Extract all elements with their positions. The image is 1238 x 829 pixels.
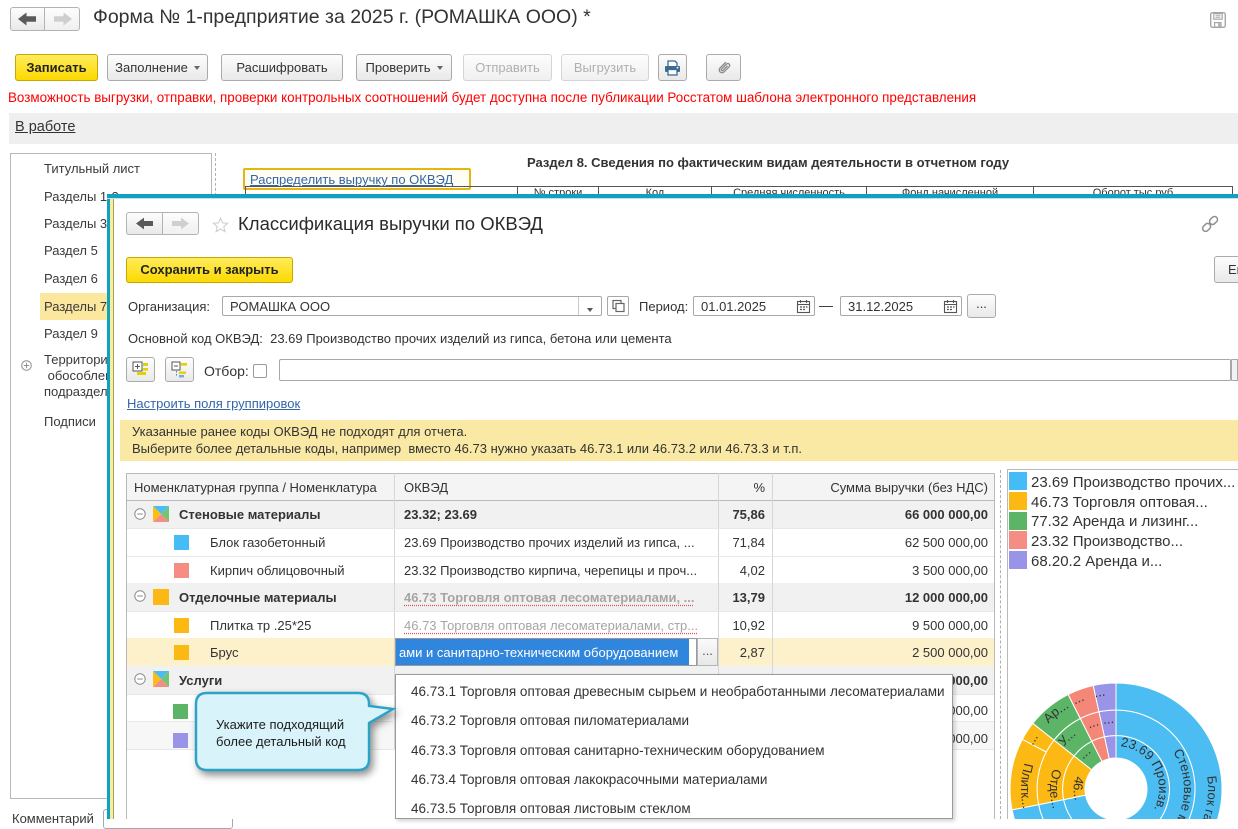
svg-text:Укажите подходящий: Укажите подходящий [216,717,344,732]
svg-text:более детальный код: более детальный код [216,734,346,749]
